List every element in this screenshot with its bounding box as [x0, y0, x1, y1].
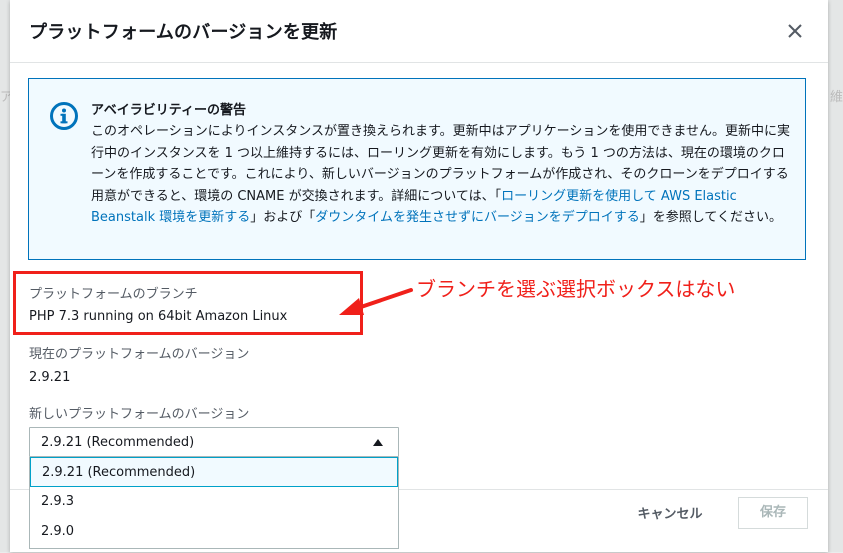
- dropdown-option[interactable]: 2.9.0: [30, 517, 398, 547]
- background-fragment: 維: [830, 90, 843, 105]
- alert-body: このオペレーションによりインスタンスが置き換えられます。更新中はアプリケーション…: [91, 121, 791, 229]
- dropdown-option[interactable]: 2.9.3: [30, 487, 398, 517]
- zero-downtime-deploy-link[interactable]: ダウンタイムを発生させずにバージョンをデプロイする: [315, 210, 639, 225]
- dropdown-option[interactable]: 2.9.21 (Recommended): [30, 457, 398, 487]
- alert-body-text: 」および「: [250, 210, 316, 225]
- alert-body-text: 」を参照してください。: [639, 210, 782, 225]
- close-button[interactable]: [782, 18, 808, 44]
- info-icon: [50, 102, 78, 130]
- alert-title: アベイラビリティーの警告: [91, 103, 246, 118]
- dialog-title: プラットフォームのバージョンを更新: [29, 22, 338, 43]
- new-version-label: 新しいプラットフォームのバージョン: [29, 407, 250, 422]
- save-button[interactable]: 保存: [738, 497, 808, 529]
- availability-warning-alert: アベイラビリティーの警告 このオペレーションによりインスタンスが置き換えられます…: [28, 78, 806, 260]
- annotation-arrow-icon: [339, 288, 413, 315]
- annotation-highlight-box: [13, 271, 363, 335]
- close-icon: [788, 24, 802, 38]
- annotation-text: ブランチを選ぶ選択ボックスはない: [416, 277, 736, 301]
- new-version-select[interactable]: 2.9.21 (Recommended): [29, 427, 399, 457]
- caret-up-icon: [373, 439, 383, 446]
- cancel-button[interactable]: キャンセル: [620, 500, 720, 530]
- current-version-value: 2.9.21: [29, 370, 71, 385]
- version-dropdown-list: 2.9.21 (Recommended) 2.9.3 2.9.0: [29, 457, 399, 549]
- update-platform-dialog: プラットフォームのバージョンを更新 アベイラビリティーの警告 このオペレーション…: [10, 0, 828, 552]
- current-version-label: 現在のプラットフォームのバージョン: [29, 347, 250, 362]
- select-value: 2.9.21 (Recommended): [41, 435, 195, 450]
- dialog-header: プラットフォームのバージョンを更新: [10, 0, 828, 63]
